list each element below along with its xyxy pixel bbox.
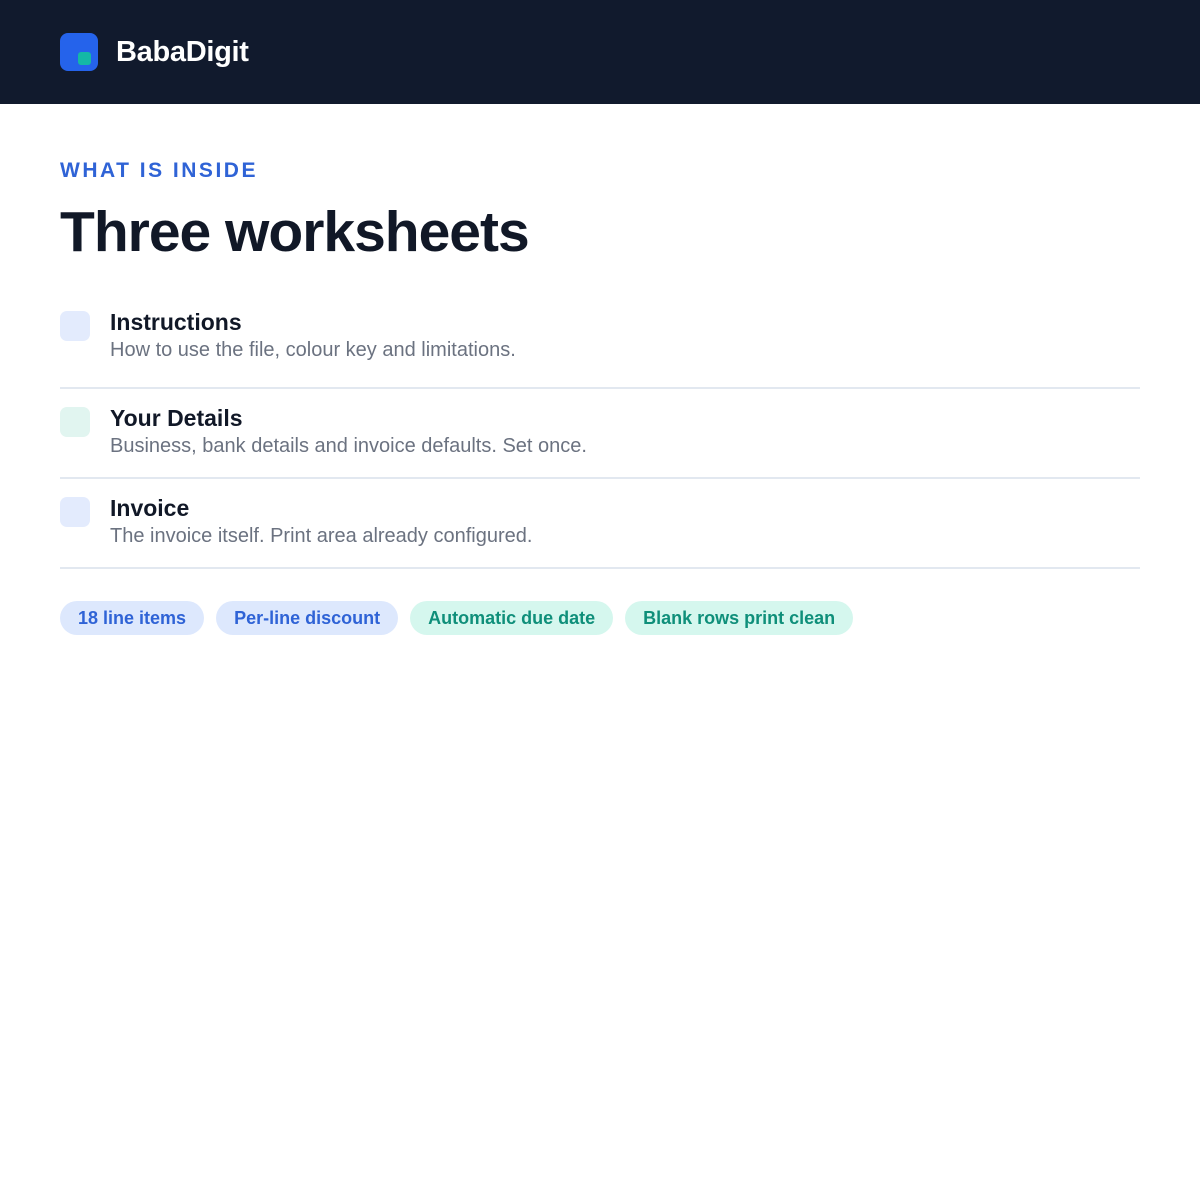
worksheet-color-swatch [60, 311, 90, 341]
worksheet-list: Instructions How to use the file, colour… [60, 309, 1140, 569]
feature-tags: 18 line items Per-line discount Automati… [60, 601, 1140, 635]
feature-tag: Blank rows print clean [625, 601, 854, 635]
feature-tag: Automatic due date [410, 601, 614, 635]
worksheet-item-your-details: Your Details Business, bank details and … [60, 389, 1140, 479]
logo-accent [78, 52, 91, 65]
worksheet-item-instructions: Instructions How to use the file, colour… [60, 309, 1140, 389]
worksheet-description: How to use the file, colour key and limi… [110, 339, 516, 361]
worksheet-description: Business, bank details and invoice defau… [110, 435, 587, 457]
section-eyebrow: WHAT IS INSIDE [60, 159, 258, 182]
babadigit-logo-icon [60, 33, 98, 71]
worksheet-color-swatch [60, 407, 90, 437]
main-content: WHAT IS INSIDE Three worksheets Instruct… [0, 159, 1200, 635]
worksheet-description: The invoice itself. Print area already c… [110, 525, 533, 547]
page-title: Three worksheets [60, 200, 530, 264]
top-bar: BabaDigit [0, 0, 1200, 104]
worksheet-title: Instructions [110, 309, 242, 335]
worksheet-title: Invoice [110, 495, 190, 521]
worksheet-item-invoice: Invoice The invoice itself. Print area a… [60, 479, 1140, 569]
feature-tag: 18 line items [60, 601, 205, 635]
brand-name: BabaDigit [116, 35, 249, 68]
worksheet-title: Your Details [110, 405, 243, 431]
feature-tag: Per-line discount [216, 601, 399, 635]
worksheet-color-swatch [60, 497, 90, 527]
